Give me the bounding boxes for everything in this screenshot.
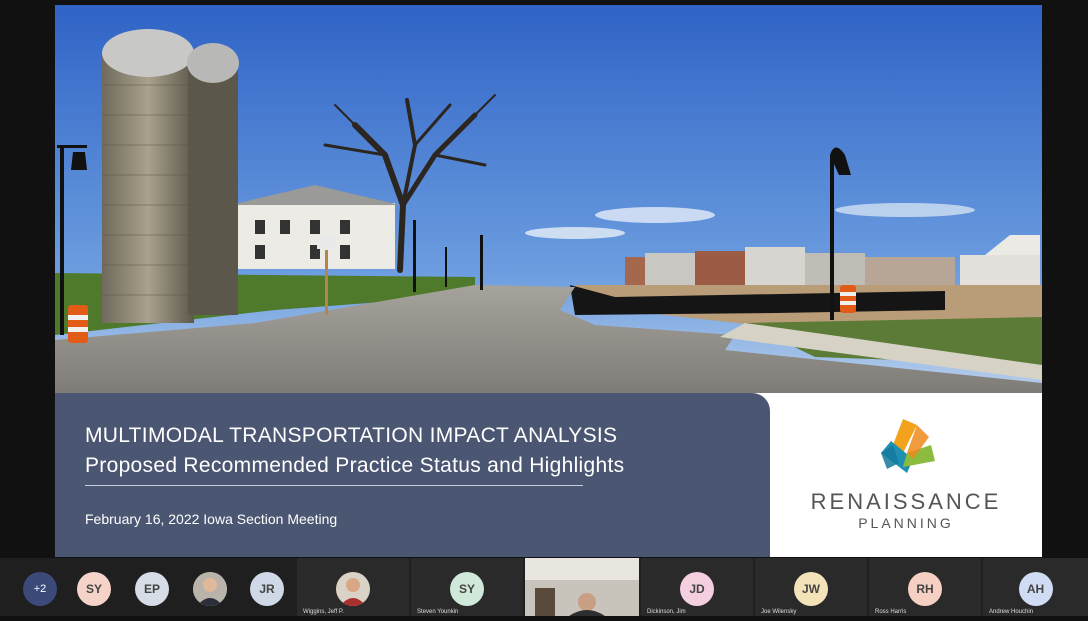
- participant-avatar: JW: [794, 572, 828, 606]
- slide-subtitle: Proposed Recommended Practice Status and…: [85, 454, 625, 477]
- participant-video: [525, 558, 639, 616]
- title-banner: MULTIMODAL TRANSPORTATION IMPACT ANALYSI…: [55, 393, 770, 557]
- slide-date: February 16, 2022 Iowa Section Meeting: [85, 511, 338, 527]
- participant-tile[interactable]: AH Andrew Houchin: [983, 558, 1088, 616]
- participant-avatar[interactable]: EP: [135, 572, 169, 606]
- participant-name: Dickinson, Jim: [647, 609, 686, 615]
- more-participants-button[interactable]: +2: [23, 572, 57, 606]
- participant-avatar: SY: [450, 572, 484, 606]
- participant-name: Andrew Houchin: [989, 609, 1034, 615]
- title-divider: [85, 485, 583, 486]
- person-photo-icon: [193, 572, 227, 606]
- slide-title: MULTIMODAL TRANSPORTATION IMPACT ANALYSI…: [85, 424, 618, 447]
- participant-photo-avatar: [336, 572, 370, 606]
- person-photo-icon: [336, 572, 370, 606]
- participant-photo-avatar[interactable]: [193, 572, 227, 606]
- participant-avatar[interactable]: SY: [77, 572, 111, 606]
- renaissance-logo-icon: [881, 419, 935, 473]
- brand-panel: RENAISSANCE PLANNING: [770, 393, 1042, 557]
- participant-name: Steven Younkin: [417, 609, 459, 615]
- slide-photo: [55, 5, 1042, 393]
- participant-tile[interactable]: RH Ross Harris: [869, 558, 981, 616]
- participant-tile[interactable]: SY Steven Younkin: [411, 558, 523, 616]
- participant-name: Joe Wilensky: [761, 609, 797, 615]
- brand-subname: PLANNING: [858, 515, 954, 531]
- participant-video-tile[interactable]: [525, 558, 639, 616]
- participant-name: Ross Harris: [875, 609, 907, 615]
- brand-name: RENAISSANCE: [810, 489, 1002, 514]
- participant-avatar: JD: [680, 572, 714, 606]
- participant-tile[interactable]: JD Dickinson, Jim: [641, 558, 753, 616]
- participant-name: Wiggins, Jeff P.: [303, 609, 344, 615]
- participant-avatar[interactable]: JR: [250, 572, 284, 606]
- shared-slide: MULTIMODAL TRANSPORTATION IMPACT ANALYSI…: [55, 5, 1042, 557]
- participant-avatar: RH: [908, 572, 942, 606]
- participant-tile[interactable]: Wiggins, Jeff P.: [297, 558, 409, 616]
- participant-avatar: AH: [1018, 572, 1053, 606]
- participant-tile[interactable]: JW Joe Wilensky: [755, 558, 867, 616]
